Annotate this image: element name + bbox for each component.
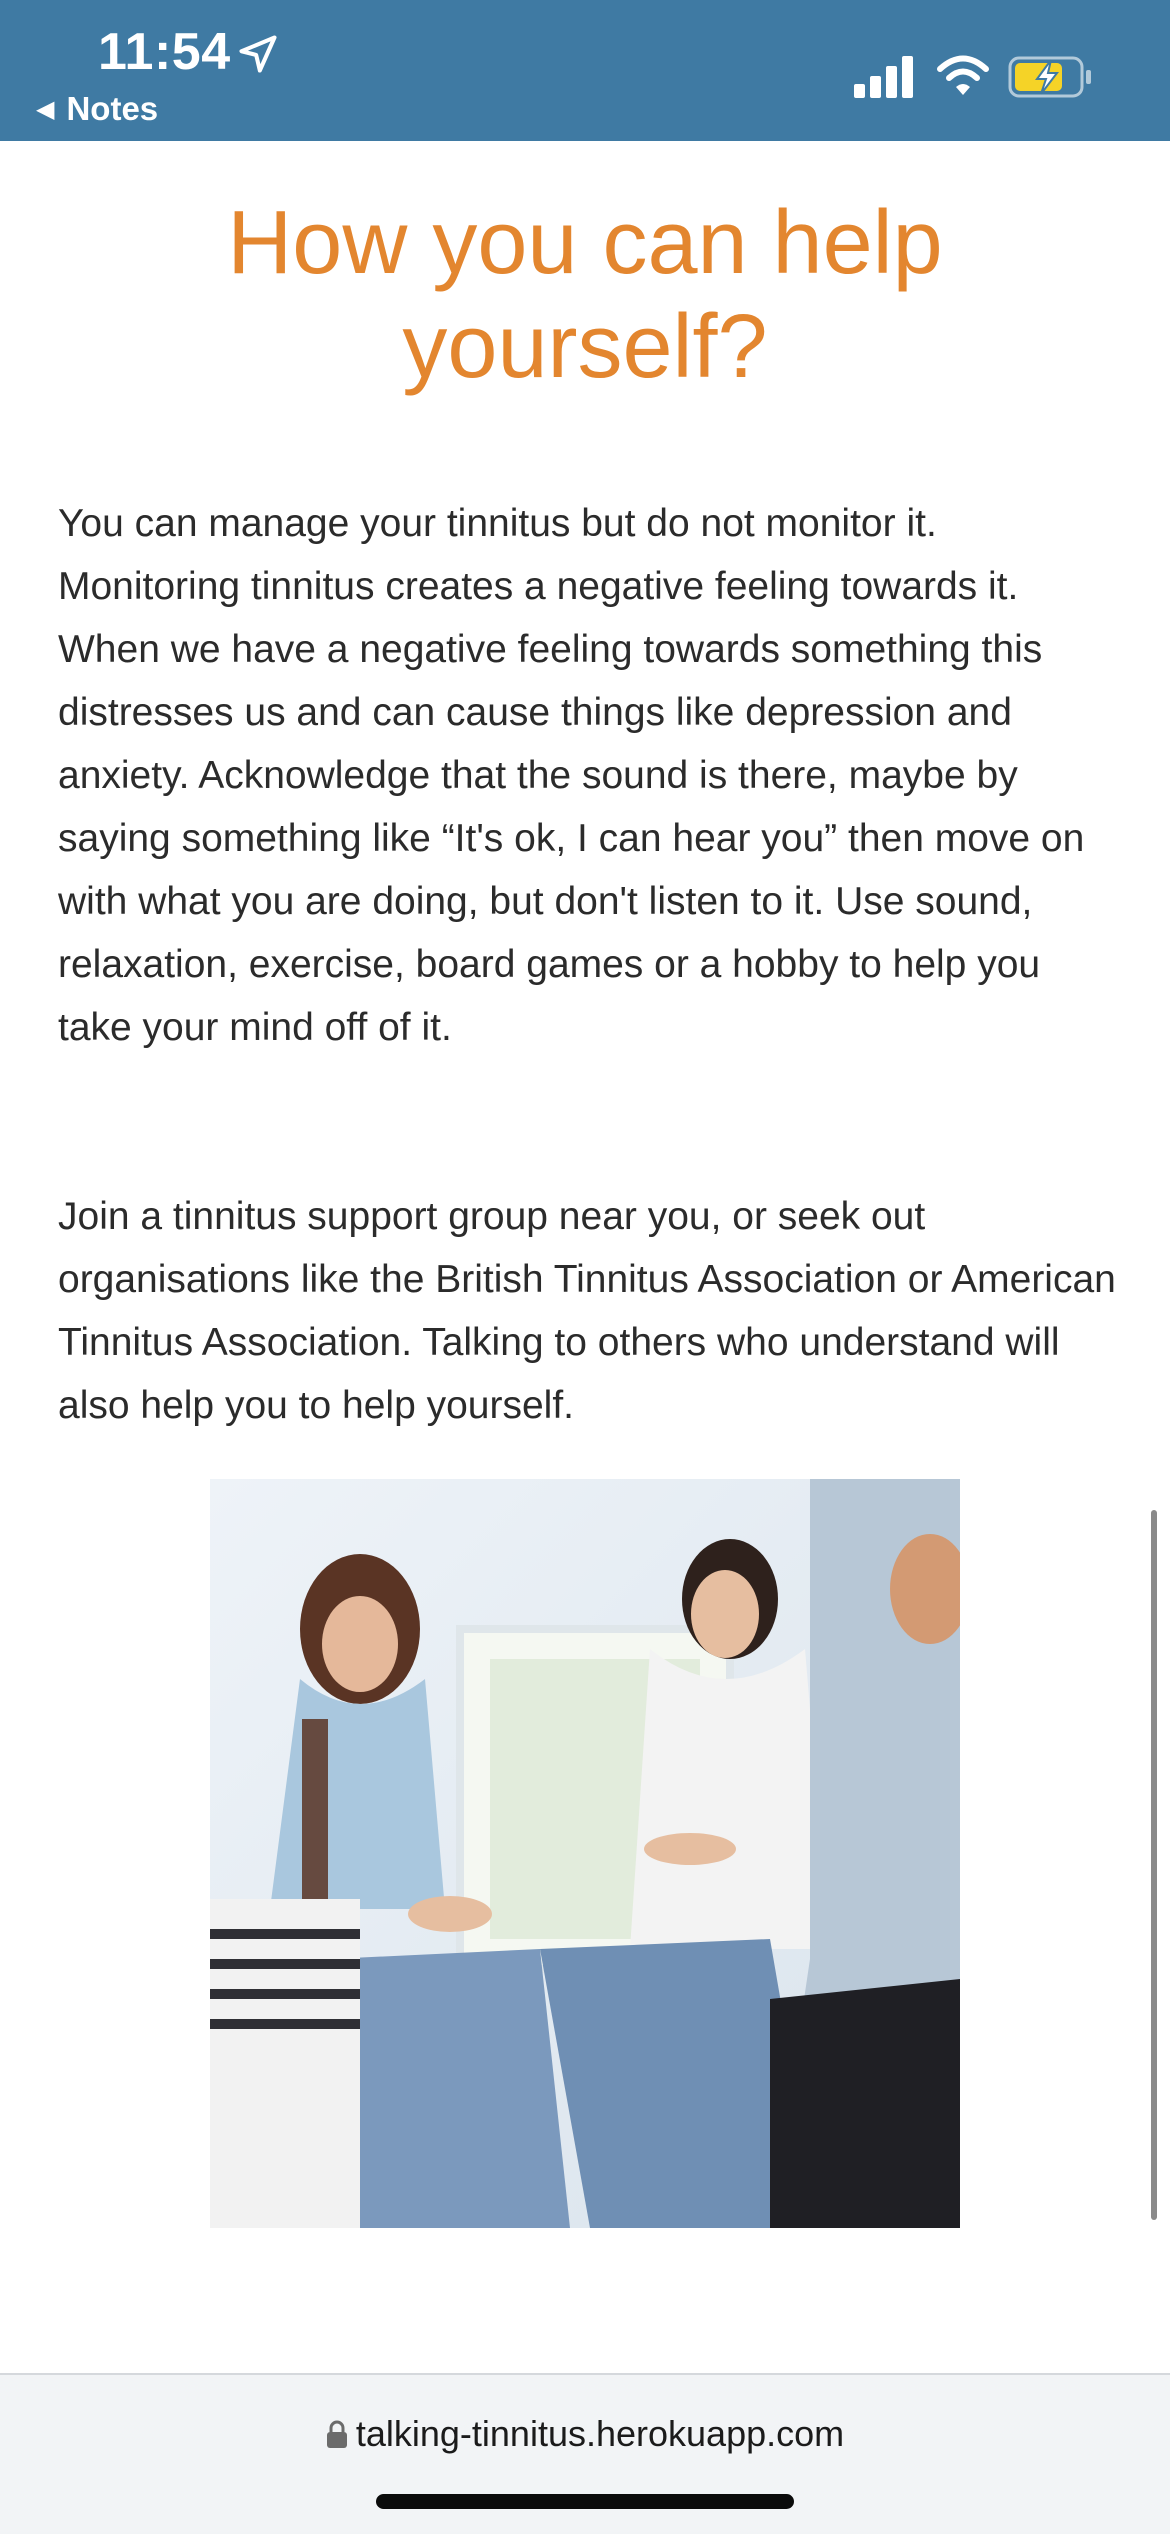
url-display[interactable]: talking-tinnitus.herokuapp.com xyxy=(0,2413,1170,2455)
back-triangle-icon: ◀ xyxy=(36,95,55,123)
home-indicator[interactable] xyxy=(376,2494,794,2509)
battery-charging-icon xyxy=(1008,56,1091,98)
url-text: talking-tinnitus.herokuapp.com xyxy=(355,2413,845,2454)
status-bar: 11:54 ◀ Notes xyxy=(0,0,1170,141)
back-link-label: Notes xyxy=(66,90,159,127)
lock-icon xyxy=(326,2420,347,2448)
location-arrow-icon xyxy=(239,35,277,73)
page-scrollbar[interactable] xyxy=(1151,1510,1157,2220)
paragraph-support-group: Join a tinnitus support group near you, … xyxy=(58,1195,1116,1427)
cellular-signal-icon xyxy=(854,56,913,98)
page-title: How you can help yourself? xyxy=(227,193,943,397)
wifi-icon xyxy=(937,55,989,95)
support-group-photo xyxy=(210,1479,960,2228)
status-time: 11:54 xyxy=(98,23,231,81)
browser-address-bar[interactable]: talking-tinnitus.herokuapp.com xyxy=(0,2373,1170,2534)
back-to-notes-link[interactable]: ◀ Notes xyxy=(36,90,158,128)
paragraph-manage-tinnitus: You can manage your tinnitus but do not … xyxy=(58,502,1085,1049)
